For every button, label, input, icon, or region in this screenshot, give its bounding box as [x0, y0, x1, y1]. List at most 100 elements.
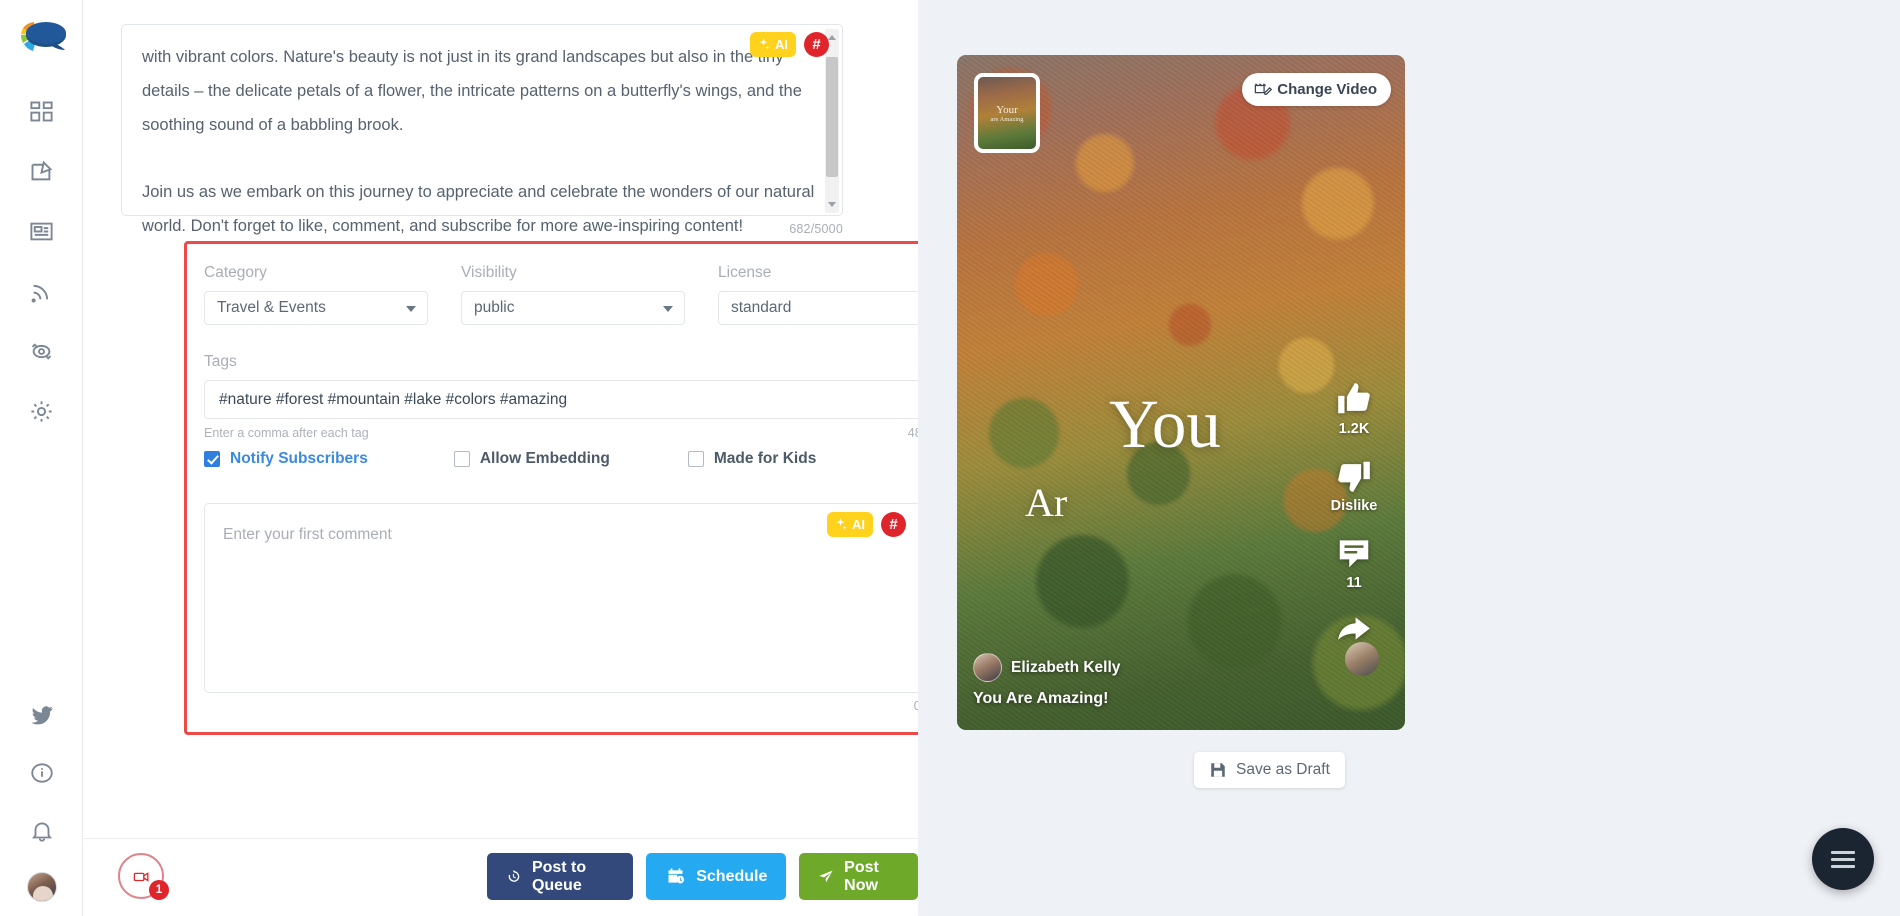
thumbs-up-icon	[1338, 383, 1370, 414]
notify-subscribers-checkbox[interactable]: Notify Subscribers	[204, 450, 368, 468]
post-now-button[interactable]: Post Now	[799, 853, 918, 900]
sparkle-icon	[759, 38, 770, 50]
composer-panel: with vibrant colors. Nature's beauty is …	[83, 0, 918, 838]
comment-ai-chip-label: AI	[852, 517, 865, 532]
checkbox-checked-icon[interactable]	[204, 451, 220, 467]
sidebar-item-twitter[interactable]	[25, 698, 59, 732]
tags-value: #nature #forest #mountain #lake #colors …	[219, 390, 568, 408]
sidebar-item-feeds[interactable]	[24, 274, 58, 308]
like-count: 1.2K	[1338, 421, 1370, 437]
chevron-down-icon	[406, 306, 416, 312]
comment-count: 11	[1346, 575, 1362, 591]
menu-fab[interactable]	[1812, 828, 1874, 890]
category-label: Category	[204, 264, 267, 281]
schedule-label: Schedule	[696, 867, 768, 885]
bell-icon	[31, 822, 52, 842]
thumbnail-line2: are Amazing	[990, 115, 1024, 123]
license-value: standard	[731, 299, 792, 316]
recycle-clock-icon	[31, 342, 51, 360]
sparkle-icon	[836, 518, 847, 530]
allow-embedding-label: Allow Embedding	[479, 450, 610, 467]
video-overlay-line2: Ar	[1025, 480, 1068, 525]
change-video-icon	[1254, 83, 1273, 95]
hashtag-label: #	[812, 36, 821, 53]
comment-hashtag-button[interactable]: #	[881, 512, 906, 537]
media-attachment-button[interactable]: 1	[118, 853, 169, 900]
checkbox-row: Notify Subscribers Allow Embedding Made …	[204, 450, 816, 468]
sidebar-item-dashboard[interactable]	[24, 94, 58, 128]
save-as-draft-button[interactable]: Save as Draft	[1194, 752, 1345, 788]
license-select[interactable]: standard	[718, 291, 918, 325]
sidebar	[0, 0, 83, 916]
twitter-bird-icon	[30, 706, 53, 725]
first-comment-counter: 0/500	[913, 699, 918, 713]
media-badge-count: 1	[149, 880, 169, 900]
tags-counter: 48/500	[907, 426, 918, 440]
avatar[interactable]	[26, 872, 57, 902]
post-to-queue-label: Post to Queue	[531, 858, 587, 894]
paper-plane-icon	[819, 870, 833, 883]
sidebar-bottom	[0, 698, 83, 902]
author-name: Elizabeth Kelly	[1011, 658, 1121, 676]
calendar-clock-icon	[668, 868, 685, 884]
sidebar-item-compose[interactable]	[24, 154, 58, 188]
ai-chip-label: AI	[775, 37, 788, 52]
youtube-options-section: Category Travel & Events Visibility publ…	[184, 241, 918, 735]
action-buttons: Post to Queue Schedule Post Now	[487, 853, 918, 900]
scroll-thumb[interactable]	[826, 57, 838, 177]
engagement-bar: 1.2K Dislike 11	[1321, 380, 1387, 668]
comment-ai-assist-button[interactable]: AI	[827, 512, 873, 537]
category-value: Travel & Events	[217, 299, 326, 316]
app-logo[interactable]	[13, 14, 69, 70]
tags-label: Tags	[204, 353, 237, 370]
info-circle-icon	[30, 763, 53, 783]
comment-hashtag-label: #	[889, 516, 898, 533]
scroll-down-arrow-icon[interactable]	[828, 202, 836, 207]
video-preview[interactable]: Your are Amazing Change Video You Ar 1.2…	[957, 55, 1405, 730]
description-textarea[interactable]: with vibrant colors. Nature's beauty is …	[121, 24, 843, 235]
allow-embedding-checkbox[interactable]: Allow Embedding	[453, 450, 610, 468]
sidebar-item-recycle[interactable]	[24, 334, 58, 368]
first-comment-textarea[interactable]: Enter your first comment	[204, 503, 918, 693]
checkbox-unchecked-icon[interactable]	[453, 451, 470, 467]
hamburger-icon	[1831, 847, 1855, 872]
app-root: with vibrant colors. Nature's beauty is …	[0, 0, 1900, 916]
checkbox-unchecked-icon[interactable]	[687, 451, 704, 467]
sidebar-item-content[interactable]	[24, 214, 58, 248]
gear-icon	[30, 400, 52, 422]
visibility-group: Visibility public	[461, 264, 685, 325]
tags-input[interactable]: #nature #forest #mountain #lake #colors …	[204, 380, 918, 419]
change-video-button[interactable]: Change Video	[1242, 73, 1391, 106]
tags-hint: Enter a comma after each tag	[204, 426, 369, 440]
composer-bottom-bar: 1 Post to Queue Schedule Post Now	[83, 838, 918, 916]
sidebar-item-settings[interactable]	[24, 394, 58, 428]
select-row: Category Travel & Events Visibility publ…	[204, 264, 918, 325]
queue-clock-icon	[508, 869, 520, 882]
sidebar-item-info[interactable]	[25, 756, 59, 790]
made-for-kids-checkbox[interactable]: Made for Kids	[687, 450, 817, 468]
description-ai-chips: AI #	[750, 32, 829, 57]
chevron-down-icon	[663, 306, 673, 312]
save-floppy-icon	[1211, 763, 1225, 777]
rss-icon	[31, 284, 48, 303]
video-corner-figure	[1345, 642, 1379, 676]
dislike-label: Dislike	[1330, 498, 1378, 514]
ai-assist-button[interactable]: AI	[750, 32, 796, 57]
save-as-draft-label: Save as Draft	[1236, 761, 1330, 778]
scroll-up-arrow-icon[interactable]	[828, 35, 836, 40]
notify-subscribers-label: Notify Subscribers	[230, 450, 368, 467]
category-select[interactable]: Travel & Events	[204, 291, 428, 325]
schedule-button[interactable]: Schedule	[646, 853, 787, 900]
made-for-kids-label: Made for Kids	[713, 450, 817, 467]
like-button[interactable]: 1.2K	[1335, 380, 1373, 437]
sidebar-item-notifications[interactable]	[25, 814, 59, 848]
newspaper-icon	[29, 222, 53, 240]
dislike-button[interactable]: Dislike	[1330, 457, 1378, 514]
hashtag-button[interactable]: #	[804, 32, 829, 57]
grid-icon	[29, 101, 53, 121]
comments-button[interactable]: 11	[1335, 534, 1373, 591]
post-to-queue-button[interactable]: Post to Queue	[487, 853, 634, 900]
video-thumbnail[interactable]: Your are Amazing	[974, 73, 1040, 153]
visibility-select[interactable]: public	[461, 291, 685, 325]
visibility-value: public	[474, 299, 515, 316]
